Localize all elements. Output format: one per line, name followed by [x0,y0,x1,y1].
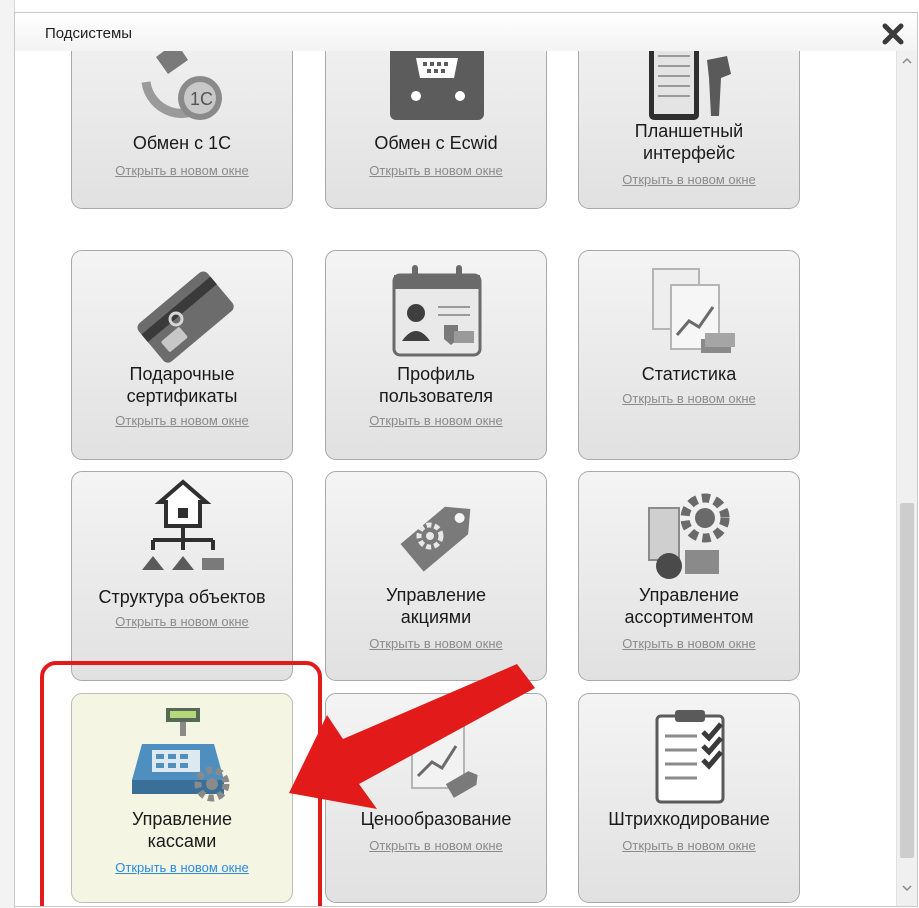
open-new-window-link[interactable]: Открыть в новом окне [326,163,546,178]
close-button[interactable] [881,22,905,46]
tile-cash-registers[interactable]: Управление кассами Открыть в новом окне [71,693,293,903]
tile-pricing[interactable]: Ценообразование Открыть в новом окне [325,693,547,903]
subsystems-dialog: Подсистемы 1C Обмен с 1С Открыть в новом… [14,12,918,907]
open-new-window-link[interactable]: Открыть в новом окне [72,860,292,875]
tile-label: Штрихкодирование [608,809,770,829]
dialog-titlebar: Подсистемы [15,13,917,51]
background-window-edge [0,0,15,908]
statistics-icon [652,268,735,353]
gift-card-icon [137,271,234,363]
open-new-window-link[interactable]: Открыть в новом окне [326,413,546,428]
scroll-down-button[interactable] [897,880,917,900]
subsystems-content: 1C Обмен с 1С Открыть в новом окне Обмен… [15,51,917,906]
tile-statistics[interactable]: Статистика Открыть в новом окне [578,250,800,460]
tile-tablet-interface[interactable]: Планшетный интерфейс Открыть в новом окн… [578,51,800,209]
pricing-icon [411,719,478,798]
tile-user-profile[interactable]: Профиль пользователя Открыть в новом окн… [325,250,547,460]
tile-assortment[interactable]: Управление ассортиментом Открыть в новом… [578,471,800,681]
vertical-scrollbar[interactable] [896,51,917,906]
tile-label: Обмен с 1С [132,133,232,153]
open-new-window-link[interactable]: Открыть в новом окне [579,172,799,187]
ecwid-cart-icon [390,51,484,120]
assortment-icon [648,493,730,579]
tile-label: Управление акциями [385,585,487,627]
user-profile-icon [392,265,482,357]
tile-label: Профиль пользователя [379,364,493,406]
open-new-window-link[interactable]: Открыть в новом окне [72,163,292,178]
open-new-window-link[interactable]: Открыть в новом окне [326,636,546,651]
dialog-title: Подсистемы [45,25,133,42]
tile-1c-exchange[interactable]: 1C Обмен с 1С Открыть в новом окне [71,51,293,209]
tile-label: Управление ассортиментом [624,585,754,627]
open-new-window-link[interactable]: Открыть в новом окне [579,391,799,406]
tile-label: Планшетный интерфейс [634,121,744,163]
scroll-thumb[interactable] [900,503,914,858]
open-new-window-link[interactable]: Открыть в новом окне [72,614,292,629]
tile-label: Управление кассами [131,809,233,851]
tile-label: Ценообразование [360,809,512,829]
tile-promotions[interactable]: Управление акциями Открыть в новом окне [325,471,547,681]
tile-gift-certificates[interactable]: Подарочные сертификаты Открыть в новом о… [71,250,293,460]
scroll-up-button[interactable] [897,53,917,73]
tile-label: Статистика [641,364,737,384]
tile-label: Структура объектов [98,587,266,607]
close-x-icon [882,23,904,45]
object-structure-icon [142,479,224,570]
tile-object-structure[interactable]: Структура объектов Открыть в новом окне [71,471,293,681]
subsystem-tiles: 1C Обмен с 1С Открыть в новом окне Обмен… [15,51,917,906]
promo-tag-icon [400,506,471,572]
tile-label: Обмен с Ecwid [374,133,498,153]
1c-exchange-icon: 1C [141,51,222,120]
tablet-scanner-icon [649,51,731,120]
svg-text:1C: 1C [190,89,213,109]
open-new-window-link[interactable]: Открыть в новом окне [579,838,799,853]
barcode-checklist-icon [655,710,725,804]
open-new-window-link[interactable]: Открыть в новом окне [326,838,546,853]
open-new-window-link[interactable]: Открыть в новом окне [579,636,799,651]
tile-label: Подарочные сертификаты [126,364,238,406]
chevron-down-icon [902,885,912,892]
chevron-up-icon [902,57,912,64]
tile-ecwid-exchange[interactable]: Обмен с Ecwid Открыть в новом окне [325,51,547,209]
open-new-window-link[interactable]: Открыть в новом окне [72,413,292,428]
tile-barcoding[interactable]: Штрихкодирование Открыть в новом окне [578,693,800,903]
cash-register-icon [132,708,230,802]
